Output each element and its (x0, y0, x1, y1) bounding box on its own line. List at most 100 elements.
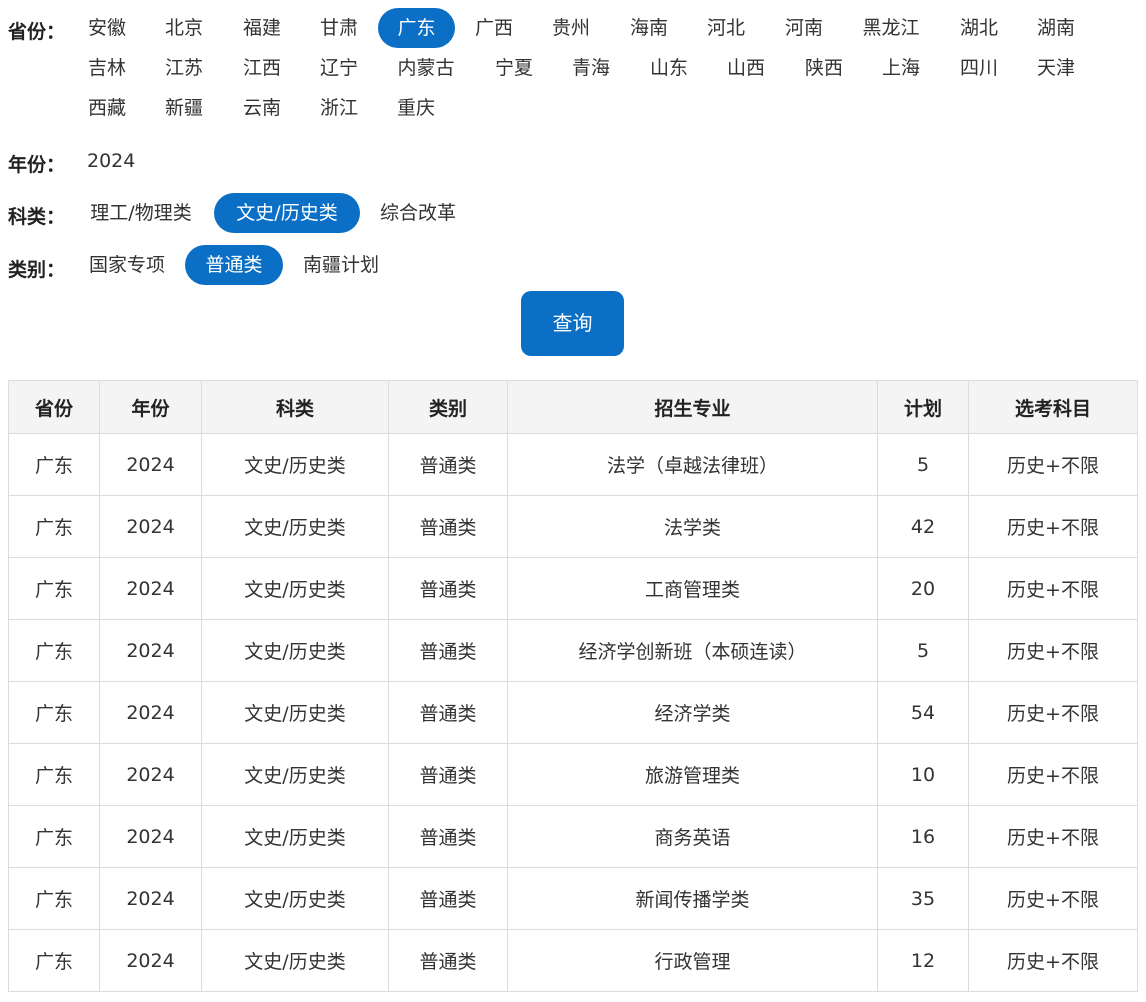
cell-category: 普通类 (388, 929, 508, 992)
cell-year: 2024 (99, 805, 202, 868)
province-option-yunnan[interactable]: 云南 (233, 88, 291, 128)
cell-major: 经济学类 (507, 681, 878, 744)
province-option-jilin[interactable]: 吉林 (78, 48, 136, 88)
province-option-sichuan[interactable]: 四川 (950, 48, 1008, 88)
year-label: 年份： (8, 154, 66, 176)
subject-option-comprehensive[interactable]: 综合改革 (369, 193, 467, 233)
province-option-jiangsu[interactable]: 江苏 (155, 48, 213, 88)
table-header-row: 省份 年份 科类 类别 招生专业 计划 选考科目 (8, 380, 1138, 434)
province-option-hainan[interactable]: 海南 (620, 8, 678, 48)
subject-option-science[interactable]: 理工/物理类 (78, 193, 204, 233)
province-option-guangdong[interactable]: 广东 (378, 8, 455, 48)
cell-major: 工商管理类 (507, 557, 878, 620)
query-button[interactable]: 查询 (521, 291, 624, 356)
province-option-guizhou[interactable]: 贵州 (542, 8, 600, 48)
cell-major: 法学（卓越法律班） (507, 433, 878, 496)
table-row: 广东 2024 文史/历史类 普通类 旅游管理类 10 历史+不限 (8, 743, 1138, 806)
province-option-henan[interactable]: 河南 (775, 8, 833, 48)
results-table: 省份 年份 科类 类别 招生专业 计划 选考科目 广东 2024 文史/历史类 … (8, 380, 1138, 992)
province-option-chongqing[interactable]: 重庆 (387, 88, 445, 128)
cell-plan: 42 (877, 495, 969, 558)
table-row: 广东 2024 文史/历史类 普通类 商务英语 16 历史+不限 (8, 805, 1138, 868)
cell-subject: 文史/历史类 (201, 495, 389, 558)
province-option-tianjin[interactable]: 天津 (1027, 48, 1085, 88)
province-option-xinjiang[interactable]: 新疆 (155, 88, 213, 128)
cell-province: 广东 (8, 743, 100, 806)
cell-year: 2024 (99, 557, 202, 620)
cell-subject: 文史/历史类 (201, 743, 389, 806)
cell-elective: 历史+不限 (968, 867, 1138, 930)
cell-elective: 历史+不限 (968, 929, 1138, 992)
cell-plan: 10 (877, 743, 969, 806)
cell-province: 广东 (8, 619, 100, 682)
cell-category: 普通类 (388, 867, 508, 930)
cell-category: 普通类 (388, 681, 508, 744)
province-option-qinghai[interactable]: 青海 (562, 48, 620, 88)
province-option-fujian[interactable]: 福建 (233, 8, 291, 48)
province-option-jiangxi[interactable]: 江西 (233, 48, 291, 88)
cell-year: 2024 (99, 619, 202, 682)
cell-year: 2024 (99, 867, 202, 930)
cell-subject: 文史/历史类 (201, 433, 389, 496)
table-row: 广东 2024 文史/历史类 普通类 行政管理 12 历史+不限 (8, 929, 1138, 992)
province-option-ningxia[interactable]: 宁夏 (485, 48, 543, 88)
year-value: 2024 (87, 150, 136, 172)
cell-province: 广东 (8, 681, 100, 744)
province-option-neimenggu[interactable]: 内蒙古 (387, 48, 465, 88)
category-option-national[interactable]: 国家专项 (78, 245, 176, 285)
cell-category: 普通类 (388, 743, 508, 806)
province-option-beijing[interactable]: 北京 (155, 8, 213, 48)
province-option-zhejiang[interactable]: 浙江 (310, 88, 368, 128)
header-major: 招生专业 (507, 380, 878, 434)
header-elective: 选考科目 (968, 380, 1138, 434)
header-year: 年份 (99, 380, 202, 434)
cell-province: 广东 (8, 557, 100, 620)
province-option-hubei[interactable]: 湖北 (950, 8, 1008, 48)
cell-year: 2024 (99, 929, 202, 992)
cell-subject: 文史/历史类 (201, 867, 389, 930)
province-option-shanghai[interactable]: 上海 (872, 48, 930, 88)
header-plan: 计划 (877, 380, 969, 434)
cell-year: 2024 (99, 433, 202, 496)
cell-category: 普通类 (388, 805, 508, 868)
cell-subject: 文史/历史类 (201, 557, 389, 620)
cell-subject: 文史/历史类 (201, 805, 389, 868)
subject-label: 科类： (8, 206, 66, 228)
province-option-shandong[interactable]: 山东 (640, 48, 698, 88)
table-row: 广东 2024 文史/历史类 普通类 工商管理类 20 历史+不限 (8, 557, 1138, 620)
province-option-xizang[interactable]: 西藏 (78, 88, 136, 128)
cell-subject: 文史/历史类 (201, 929, 389, 992)
cell-elective: 历史+不限 (968, 495, 1138, 558)
province-option-gansu[interactable]: 甘肃 (310, 8, 368, 48)
cell-major: 新闻传播学类 (507, 867, 878, 930)
cell-province: 广东 (8, 805, 100, 868)
table-row: 广东 2024 文史/历史类 普通类 法学类 42 历史+不限 (8, 495, 1138, 558)
cell-plan: 16 (877, 805, 969, 868)
category-option-nanjiang[interactable]: 南疆计划 (292, 245, 390, 285)
province-option-anhui[interactable]: 安徽 (78, 8, 136, 48)
category-option-general[interactable]: 普通类 (185, 245, 283, 285)
province-option-guangxi[interactable]: 广西 (465, 8, 523, 48)
header-subject: 科类 (201, 380, 389, 434)
province-option-heilongjiang[interactable]: 黑龙江 (852, 8, 930, 48)
cell-elective: 历史+不限 (968, 557, 1138, 620)
cell-plan: 12 (877, 929, 969, 992)
province-option-shaanxi[interactable]: 陕西 (795, 48, 853, 88)
cell-year: 2024 (99, 495, 202, 558)
cell-elective: 历史+不限 (968, 743, 1138, 806)
cell-major: 旅游管理类 (507, 743, 878, 806)
cell-plan: 54 (877, 681, 969, 744)
cell-elective: 历史+不限 (968, 619, 1138, 682)
cell-subject: 文史/历史类 (201, 619, 389, 682)
cell-province: 广东 (8, 495, 100, 558)
cell-plan: 5 (877, 433, 969, 496)
province-option-liaoning[interactable]: 辽宁 (310, 48, 368, 88)
cell-category: 普通类 (388, 557, 508, 620)
subject-option-humanities[interactable]: 文史/历史类 (214, 193, 360, 233)
cell-major: 行政管理 (507, 929, 878, 992)
cell-province: 广东 (8, 929, 100, 992)
province-option-hunan[interactable]: 湖南 (1027, 8, 1085, 48)
province-option-hebei[interactable]: 河北 (697, 8, 755, 48)
cell-category: 普通类 (388, 495, 508, 558)
province-option-shanxi[interactable]: 山西 (717, 48, 775, 88)
